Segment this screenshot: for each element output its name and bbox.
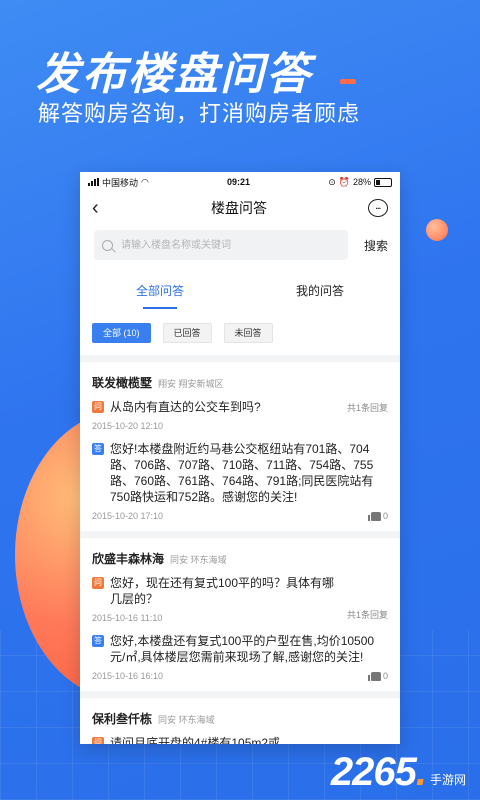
message-icon[interactable]: ···	[368, 199, 388, 217]
signal-icon	[88, 178, 99, 186]
search-box[interactable]	[94, 230, 348, 260]
answer-badge-icon: 答	[92, 635, 104, 647]
promo-title: 发布楼盘问答	[36, 50, 312, 99]
question-time: 2015-10-16 11:10	[92, 613, 163, 623]
like-count: 0	[382, 671, 388, 681]
wifi-icon: ◠	[141, 176, 149, 187]
like-button[interactable]: 0	[367, 511, 388, 521]
estate-location: 同安 环东海域	[158, 715, 215, 725]
page-title: 楼盘问答	[211, 200, 267, 216]
question-badge-icon: 问	[92, 737, 104, 744]
divider	[80, 691, 400, 698]
estate-location: 同安 环东海域	[170, 555, 227, 565]
question-text: 您好，现在还有复式100平的吗？具体有哪几层的？	[110, 576, 335, 606]
answer-badge-icon: 答	[92, 443, 104, 455]
answer-time: 2015-10-20 17:10	[92, 511, 164, 521]
answer-time: 2015-10-16 16:10	[92, 671, 164, 681]
question-badge-icon: 问	[92, 577, 104, 589]
lock-rotation-icon: ⊙	[328, 176, 336, 187]
estate-location: 翔安 翔安新城区	[158, 379, 224, 389]
nav-bar: ‹ 楼盘问答 ···	[80, 192, 400, 224]
logo-dot: .	[415, 750, 427, 794]
search-button[interactable]: 搜索	[364, 237, 388, 254]
alarm-icon: ⏰	[338, 176, 350, 187]
question-badge-icon: 问	[92, 401, 104, 413]
clock: 09:21	[227, 177, 251, 187]
question-text: 从岛内有直达的公交车到吗?	[110, 400, 261, 414]
estate-card[interactable]: 联发橄榄墅 翔安 翔安新城区 问 从岛内有直达的公交车到吗? 共1条回复 201…	[80, 362, 400, 538]
reply-count: 共1条回复	[346, 610, 388, 620]
promo-subtitle: 解答购房咨询，打消购房者顾虑	[38, 101, 361, 126]
logo-number: 2265	[330, 750, 417, 794]
answer-text: 您好,本楼盘还有复式100平的户型在售,均价10500元/㎡,具体楼层您需前来现…	[110, 634, 375, 664]
filter-answered[interactable]: 已回答	[162, 323, 212, 343]
question-row[interactable]: 问 您好，现在还有复式100平的吗？具体有哪几层的？ 共1条回复	[92, 575, 388, 620]
divider	[80, 355, 400, 362]
estate-name: 欣盛丰森林海	[92, 552, 165, 566]
thumbs-up-icon	[367, 671, 381, 681]
filter-unanswered[interactable]: 未回答	[223, 323, 273, 343]
answer-text: 您好!本楼盘附近约马巷公交枢纽站有701路、704路、706路、707路、710…	[110, 442, 374, 504]
question-row[interactable]: 问 从岛内有直达的公交车到吗? 共1条回复	[92, 399, 388, 415]
like-count: 0	[382, 511, 388, 521]
question-text: 请问月底开盘的4#楼有105m2或	[110, 736, 281, 744]
back-icon[interactable]: ‹	[92, 198, 110, 218]
question-row[interactable]: 问 请问月底开盘的4#楼有105m2或	[92, 735, 388, 744]
filter-all[interactable]: 全部 (10)	[92, 323, 151, 343]
tab-my-qa[interactable]: 我的问答	[240, 272, 400, 309]
estate-name: 保利叁仟栋	[92, 712, 153, 726]
answer-row: 答 您好,本楼盘还有复式100平的户型在售,均价10500元/㎡,具体楼层您需前…	[92, 633, 388, 665]
accent-bar	[340, 79, 356, 84]
carrier: 中国移动	[102, 177, 139, 188]
search-bar: 搜索	[80, 224, 400, 260]
tab-bar: 全部问答 我的问答	[80, 260, 400, 309]
tab-all-qa[interactable]: 全部问答	[80, 272, 240, 309]
estate-card[interactable]: 保利叁仟栋 同安 环东海域 问 请问月底开盘的4#楼有105m2或	[80, 698, 400, 744]
battery-percent: 28%	[352, 177, 371, 187]
estate-card[interactable]: 欣盛丰森林海 同安 环东海域 问 您好，现在还有复式100平的吗？具体有哪几层的…	[80, 538, 400, 698]
filter-chips: 全部 (10) 已回答 未回答	[80, 309, 400, 343]
battery-icon	[374, 177, 392, 187]
divider	[80, 531, 400, 538]
reply-count: 共1条回复	[346, 403, 388, 413]
status-bar: 中国移动 ◠ 09:21 ⊙ ⏰ 28%	[80, 172, 400, 192]
thumbs-up-icon	[367, 511, 381, 521]
estate-name: 联发橄榄墅	[92, 376, 153, 390]
answer-row: 答 您好!本楼盘附近约马巷公交枢纽站有701路、704路、706路、707路、7…	[92, 441, 388, 505]
search-icon	[102, 239, 113, 251]
question-time: 2015-10-20 12:10	[92, 421, 164, 431]
site-logo: 2265. 手游网	[331, 752, 466, 792]
logo-text: 手游网	[429, 773, 466, 787]
decorative-dot	[426, 219, 448, 241]
search-input[interactable]	[119, 238, 340, 252]
like-button[interactable]: 0	[367, 671, 388, 681]
phone-screen: 中国移动 ◠ 09:21 ⊙ ⏰ 28% ‹ 楼盘问答 ··· 搜索 全部问答 …	[80, 172, 400, 744]
